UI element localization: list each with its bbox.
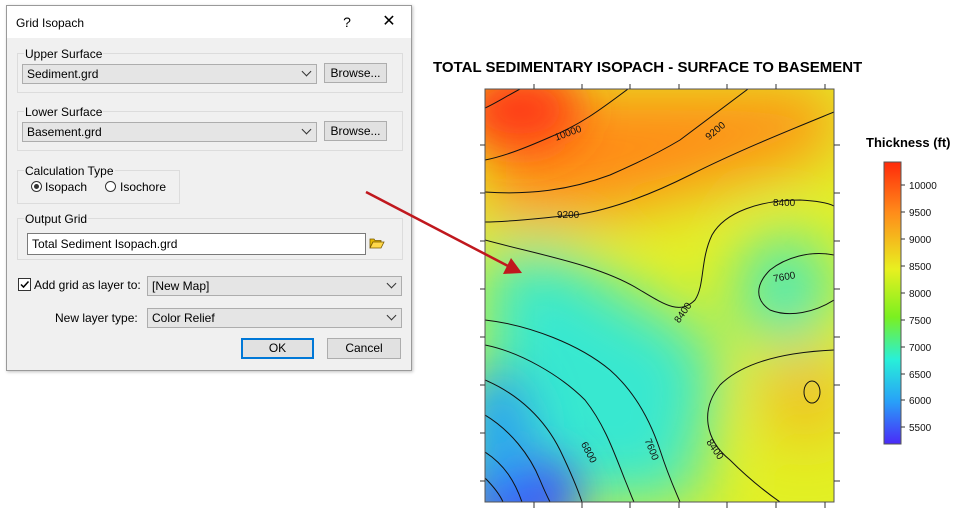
- lower-surface-value: Basement.grd: [27, 125, 102, 139]
- output-grid-input[interactable]: Total Sediment Isopach.grd: [27, 233, 366, 255]
- upper-surface-select[interactable]: Sediment.grd: [22, 64, 317, 84]
- add-layer-value: [New Map]: [152, 279, 210, 293]
- layer-type-select[interactable]: Color Relief: [147, 308, 402, 328]
- dialog-title: Grid Isopach: [16, 16, 85, 30]
- colorbar-tick: 5500: [909, 423, 932, 434]
- colorbar-gradient: [883, 161, 902, 445]
- colorbar-tick: 6500: [909, 370, 932, 381]
- upper-browse-button[interactable]: Browse...: [324, 63, 387, 83]
- layer-type-value: Color Relief: [152, 311, 215, 325]
- colorbar-tick: 8000: [909, 289, 932, 300]
- colorbar-tick: 8500: [909, 262, 932, 273]
- add-layer-checkbox[interactable]: [18, 278, 31, 291]
- isopach-map: 10000 9200 9200 8400 7600 8400 8400 6800…: [480, 84, 840, 508]
- chevron-down-icon: [386, 310, 397, 321]
- isochore-label: Isochore: [120, 180, 167, 194]
- output-grid-label: Output Grid: [24, 212, 89, 226]
- lower-surface-select[interactable]: Basement.grd: [22, 122, 317, 142]
- colorbar-title: Thickness (ft): [866, 135, 951, 150]
- colorbar-tick: 7000: [909, 343, 932, 354]
- colorbar-tick: 7500: [909, 316, 932, 327]
- grid-isopach-dialog: Grid Isopach ? ✕ Upper Surface Sediment.…: [6, 5, 412, 371]
- isochore-radio[interactable]: [105, 181, 116, 192]
- ok-button[interactable]: OK: [241, 338, 314, 359]
- upper-surface-value: Sediment.grd: [27, 67, 99, 81]
- dialog-titlebar[interactable]: Grid Isopach ? ✕: [7, 6, 411, 38]
- contour-label: 9200: [557, 210, 580, 221]
- colorbar-tick: 9500: [909, 208, 932, 219]
- upper-surface-label: Upper Surface: [24, 47, 104, 61]
- chevron-down-icon: [301, 124, 312, 135]
- colorbar-tick: 6000: [909, 396, 932, 407]
- layer-type-label: New layer type:: [55, 311, 138, 325]
- colorbar: 10000 9500 9000 8500 8000 7500 7000 6500…: [883, 161, 937, 445]
- contour-label: 8400: [773, 198, 796, 209]
- help-button[interactable]: ?: [325, 9, 369, 35]
- close-icon[interactable]: ✕: [367, 9, 411, 35]
- colorbar-tick: 10000: [909, 181, 937, 192]
- isopach-label: Isopach: [45, 180, 88, 194]
- colorbar-tick: 9000: [909, 235, 932, 246]
- arrow-icon: [365, 190, 522, 274]
- chevron-down-icon: [301, 66, 312, 77]
- isopach-radio[interactable]: [31, 181, 42, 192]
- lower-surface-label: Lower Surface: [24, 105, 104, 119]
- lower-browse-button[interactable]: Browse...: [324, 121, 387, 141]
- calc-type-label: Calculation Type: [24, 164, 115, 178]
- chevron-down-icon: [386, 278, 397, 289]
- map-title: TOTAL SEDIMENTARY ISOPACH - SURFACE TO B…: [433, 59, 863, 76]
- add-layer-label: Add grid as layer to:: [34, 278, 141, 292]
- checkmark-icon: [20, 280, 30, 289]
- cancel-button[interactable]: Cancel: [327, 338, 401, 359]
